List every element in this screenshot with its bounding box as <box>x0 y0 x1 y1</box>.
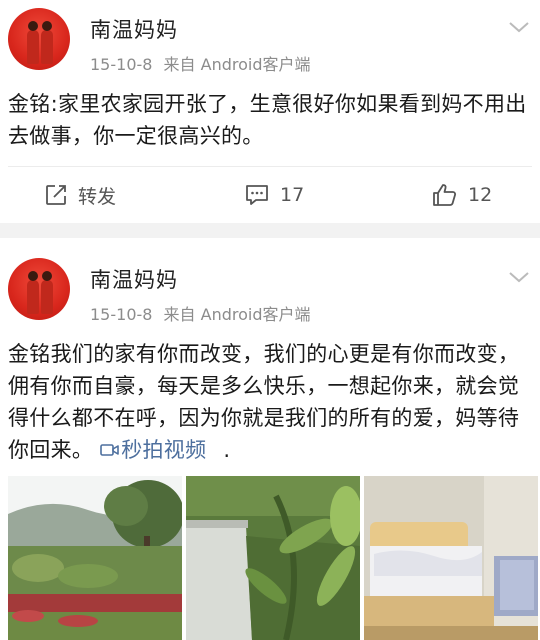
avatar[interactable] <box>8 258 70 320</box>
repost-icon <box>46 185 66 205</box>
comment-button[interactable]: 17 <box>244 180 304 210</box>
repost-label: 转发 <box>78 185 117 208</box>
video-link[interactable]: 秒拍视频 <box>100 438 206 462</box>
chevron-down-icon[interactable] <box>508 270 530 284</box>
post-separator <box>0 223 540 238</box>
like-button[interactable]: 12 <box>432 180 492 210</box>
comment-count: 17 <box>280 184 305 206</box>
trailing-dot: . <box>223 438 231 462</box>
like-icon <box>433 184 457 206</box>
video-icon <box>100 444 119 456</box>
comment-icon <box>246 185 268 205</box>
divider <box>8 166 532 167</box>
video-link-label: 秒拍视频 <box>121 438 207 462</box>
post-text: 金铭我们的家有你而改变，我们的心更是有你而改变，佣有你而自豪，每天是多么快乐，一… <box>8 338 536 466</box>
author-name[interactable]: 南温妈妈 <box>90 14 178 44</box>
like-count: 12 <box>468 184 493 206</box>
photo-wall-plants[interactable] <box>186 476 360 640</box>
post-text-content: 金铭我们的家有你而改变，我们的心更是有你而改变，佣有你而自豪，每天是多么快乐，一… <box>8 342 520 462</box>
post-source: 来自 Android客户端 <box>163 55 311 74</box>
photo-bedroom[interactable] <box>364 476 538 640</box>
author-name[interactable]: 南温妈妈 <box>90 264 178 294</box>
post-meta: 15-10-8 来自 Android客户端 <box>90 51 317 75</box>
avatar[interactable] <box>8 8 70 70</box>
repost-button[interactable]: 转发 <box>44 180 116 210</box>
post-date: 15-10-8 <box>90 55 153 74</box>
post-meta: 15-10-8 来自 Android客户端 <box>90 301 317 325</box>
photo-garden[interactable] <box>8 476 182 640</box>
weibo-post-1: 南温妈妈 15-10-8 来自 Android客户端 金铭:家里农家园开张了，生… <box>0 0 540 223</box>
post-text: 金铭:家里农家园开张了，生意很好你如果看到妈不用出去做事，你一定很高兴的。 <box>8 92 527 148</box>
post-source: 来自 Android客户端 <box>163 305 311 324</box>
chevron-down-icon[interactable] <box>508 20 530 34</box>
post-date: 15-10-8 <box>90 305 153 324</box>
